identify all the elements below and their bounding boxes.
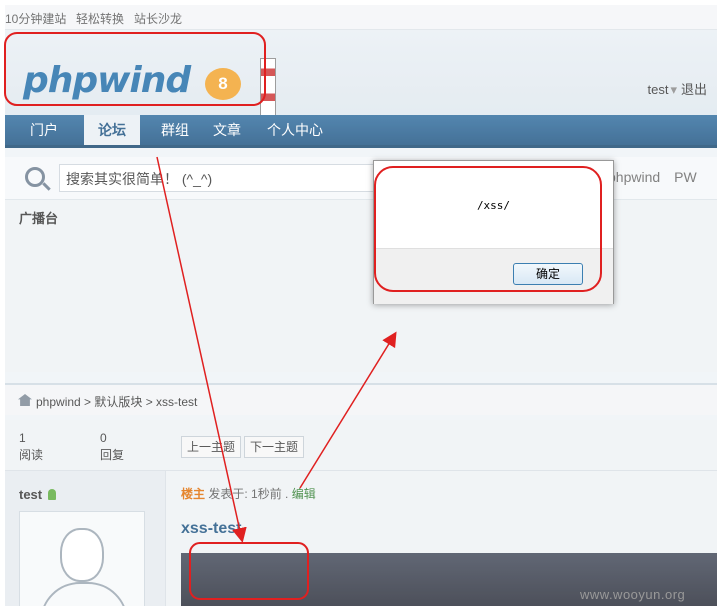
annotation-overlay (4, 32, 602, 600)
annotation-box-logo (4, 32, 266, 106)
annotation-box-content (189, 542, 309, 600)
annotation-arrow-to-content (156, 156, 247, 543)
annotation-arrow-to-dialog (299, 331, 397, 489)
annotation-box-dialog (374, 166, 602, 292)
watermark: www.wooyun.org (580, 587, 686, 602)
